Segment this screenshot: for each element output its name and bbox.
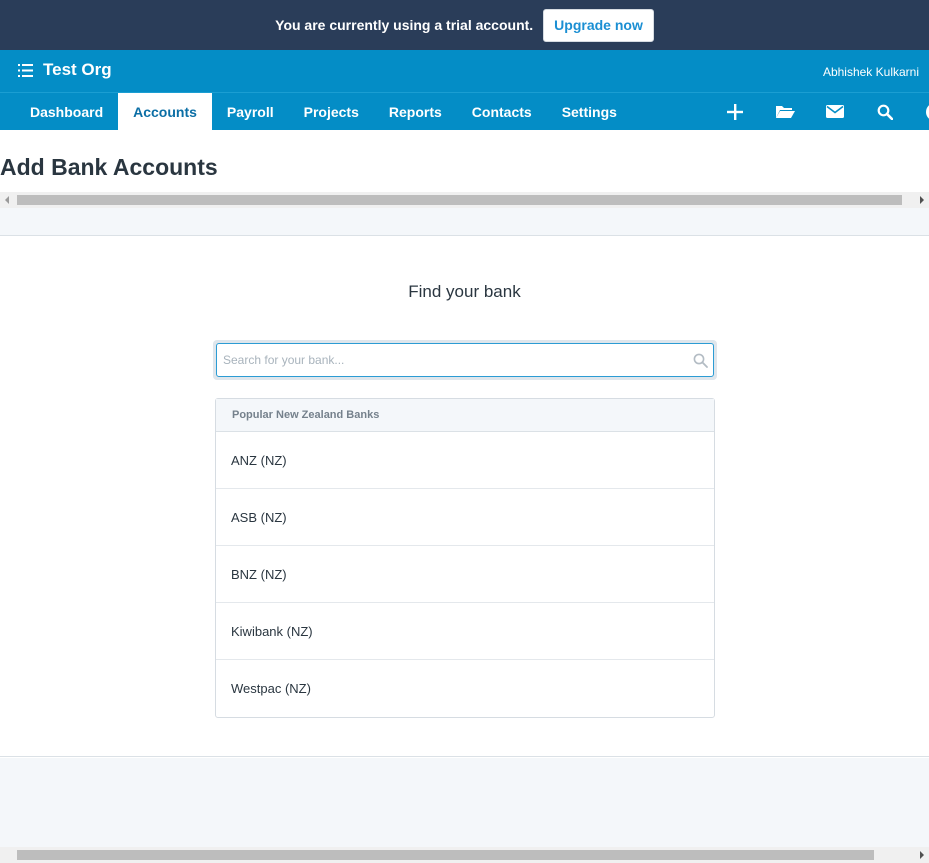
top-horizontal-scrollbar[interactable] xyxy=(0,192,929,208)
search-icon xyxy=(693,353,708,368)
upgrade-button[interactable]: Upgrade now xyxy=(543,8,654,42)
scrollbar-thumb[interactable] xyxy=(17,195,902,205)
trial-message: You are currently using a trial account. xyxy=(275,17,534,33)
folder-icon[interactable] xyxy=(760,93,810,130)
search-icon[interactable] xyxy=(860,93,910,130)
bank-list: Popular New Zealand Banks ANZ (NZ) ASB (… xyxy=(215,398,715,718)
tab-contacts[interactable]: Contacts xyxy=(457,93,547,130)
tab-settings[interactable]: Settings xyxy=(547,93,632,130)
content-bottom-band xyxy=(0,758,929,847)
scrollbar-thumb[interactable] xyxy=(17,850,874,860)
bank-list-header: Popular New Zealand Banks xyxy=(216,399,714,432)
find-bank-title: Find your bank xyxy=(408,282,521,301)
help-icon[interactable] xyxy=(910,93,929,130)
tab-payroll[interactable]: Payroll xyxy=(212,93,289,130)
bottom-horizontal-scrollbar[interactable] xyxy=(0,847,929,863)
trial-banner: You are currently using a trial account.… xyxy=(0,0,929,50)
nav-tabs: Dashboard Accounts Payroll Projects Repo… xyxy=(15,93,632,130)
bank-item-bnz[interactable]: BNZ (NZ) xyxy=(216,546,714,603)
bank-item-anz[interactable]: ANZ (NZ) xyxy=(216,432,714,489)
main-nav: Dashboard Accounts Payroll Projects Repo… xyxy=(0,92,929,130)
bank-search-box xyxy=(213,340,717,380)
scroll-left-arrow-icon[interactable] xyxy=(5,196,9,204)
nav-icon-group xyxy=(710,93,929,130)
bank-search-input[interactable] xyxy=(216,343,714,377)
tab-projects[interactable]: Projects xyxy=(289,93,374,130)
org-name[interactable]: Test Org xyxy=(43,60,112,80)
org-header: Test Org Abhishek Kulkarni xyxy=(0,50,929,92)
tab-accounts[interactable]: Accounts xyxy=(118,93,212,130)
user-name[interactable]: Abhishek Kulkarni xyxy=(823,65,919,79)
bank-finder-panel: Find your bank Popular New Zealand Banks… xyxy=(0,236,929,757)
bank-item-westpac[interactable]: Westpac (NZ) xyxy=(216,660,714,717)
page-title: Add Bank Accounts xyxy=(0,154,218,180)
scroll-right-arrow-icon[interactable] xyxy=(920,196,924,204)
plus-icon[interactable] xyxy=(710,93,760,130)
mail-icon[interactable] xyxy=(810,93,860,130)
scroll-right-arrow-icon[interactable] xyxy=(920,851,924,859)
list-menu-icon[interactable] xyxy=(18,64,33,77)
tab-reports[interactable]: Reports xyxy=(374,93,457,130)
bank-item-kiwibank[interactable]: Kiwibank (NZ) xyxy=(216,603,714,660)
bank-item-asb[interactable]: ASB (NZ) xyxy=(216,489,714,546)
tab-dashboard[interactable]: Dashboard xyxy=(15,93,118,130)
content-top-band xyxy=(0,208,929,236)
